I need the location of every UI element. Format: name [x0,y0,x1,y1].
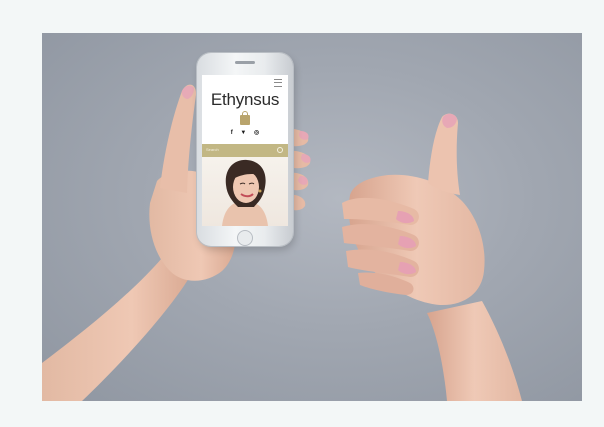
hands-illustration [42,84,522,401]
search-bar[interactable]: Search [202,144,288,157]
right-arm [427,301,522,401]
phone-screen: Ethynsus f ▼ ◎ Search [202,75,288,226]
right-thumb [428,113,460,195]
home-button[interactable] [237,230,253,246]
search-input[interactable]: Search [206,147,219,153]
twitter-icon[interactable]: ▼ [240,130,246,136]
social-links: f ▼ ◎ [202,129,288,137]
search-icon[interactable] [277,147,283,153]
photo: Ethynsus f ▼ ◎ Search [42,33,582,401]
page: Ethynsus f ▼ ◎ Search [0,0,604,427]
facebook-icon[interactable]: f [231,130,233,136]
smartphone: Ethynsus f ▼ ◎ Search [197,53,293,246]
brand-title: Ethynsus [210,90,280,109]
shopping-bag-icon[interactable] [240,111,250,125]
hamburger-menu-icon[interactable] [274,79,282,87]
hero-image [202,157,288,226]
left-arm [42,258,192,401]
model-portrait [222,159,268,226]
phone-speaker [235,61,255,64]
instagram-icon[interactable]: ◎ [254,130,259,136]
